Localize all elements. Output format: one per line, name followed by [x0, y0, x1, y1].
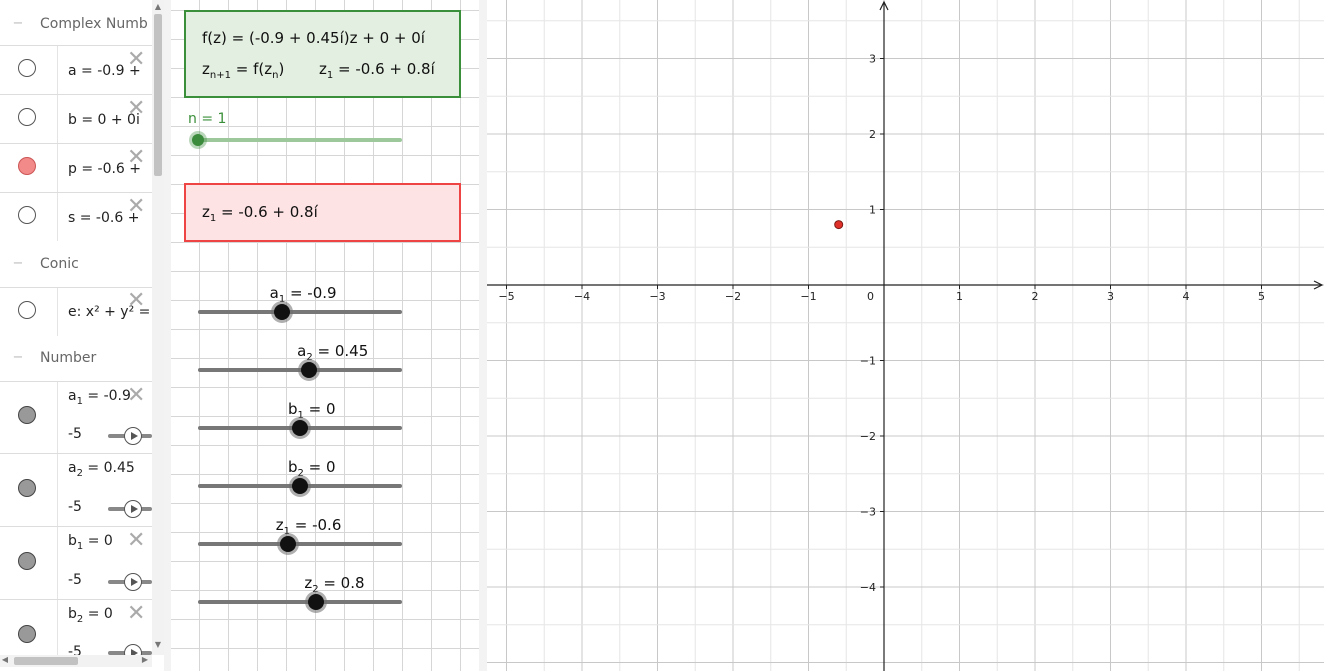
- slider-label: b1 = 0: [288, 400, 336, 421]
- algebra-item-b[interactable]: b = 0 + 0i ✕: [0, 94, 152, 143]
- horizontal-scrollbar-thumb[interactable]: [14, 657, 78, 665]
- slider-track[interactable]: [198, 310, 402, 314]
- visibility-toggle[interactable]: [18, 479, 36, 497]
- slider-min: -5: [68, 572, 82, 588]
- algebra-item-s[interactable]: s = -0.6 + ✕: [0, 192, 152, 241]
- close-icon[interactable]: ✕: [127, 603, 145, 625]
- algebra-slider-a2[interactable]: a2 = 0.45 -5: [0, 453, 152, 526]
- n-slider-track[interactable]: [198, 138, 402, 142]
- group-label: Complex Numb: [40, 16, 148, 32]
- x-tick-label: 0: [867, 290, 874, 303]
- vertical-scrollbar-thumb[interactable]: [154, 14, 162, 176]
- group-conic[interactable]: − Conic: [0, 242, 152, 286]
- visibility-toggle[interactable]: [18, 59, 36, 77]
- slider-knob[interactable]: [273, 304, 290, 320]
- visibility-toggle[interactable]: [18, 552, 36, 570]
- collapse-icon[interactable]: −: [11, 17, 25, 31]
- slider-min: -5: [68, 499, 82, 515]
- y-tick-label: −2: [860, 430, 876, 443]
- play-icon[interactable]: [124, 427, 142, 445]
- algebra-view: − Complex Numb a = -0.9 + ✕ b = 0 + 0i ✕…: [0, 0, 164, 671]
- algebra-slider-b2[interactable]: b2 = 0 ✕ -5: [0, 599, 152, 656]
- group-complex-numbers[interactable]: − Complex Numb: [0, 2, 152, 46]
- x-tick-label: 5: [1258, 290, 1265, 303]
- panel-divider[interactable]: [164, 0, 171, 671]
- collapse-icon[interactable]: −: [11, 257, 25, 271]
- slider-knob[interactable]: [301, 362, 318, 378]
- algebra-slider-b1[interactable]: b1 = 0 ✕ -5: [0, 526, 152, 599]
- scroll-down-icon[interactable]: ▼: [152, 640, 164, 649]
- graphics-view-2[interactable]: f(z) = (-0.9 + 0.45í)z + 0 + 0í zn+1 = f…: [171, 0, 479, 671]
- current-value: z1 = -0.6 + 0.8í: [202, 203, 318, 224]
- x-tick-label: −5: [498, 290, 514, 303]
- x-tick-label: 1: [956, 290, 963, 303]
- x-tick-label: −3: [649, 290, 665, 303]
- coordinate-plane[interactable]: −5 −4 −3 −2 −1 0 1 2 3 4 5 3 2 1 −1 −2 −3 −4: [487, 0, 1324, 671]
- visibility-toggle[interactable]: [18, 406, 36, 424]
- y-tick-label: −1: [860, 355, 876, 368]
- close-icon[interactable]: ✕: [127, 290, 145, 312]
- slider-label: a1 = -0.9: [269, 284, 337, 305]
- function-definition: f(z) = (-0.9 + 0.45í)z + 0 + 0í: [202, 29, 425, 47]
- visibility-toggle[interactable]: [18, 206, 36, 224]
- visibility-toggle[interactable]: [18, 625, 36, 643]
- algebra-item-e[interactable]: e: x² + y² = ✕: [0, 287, 152, 336]
- graphics-view[interactable]: −5 −4 −3 −2 −1 0 1 2 3 4 5 3 2 1 −1 −2 −3 −4: [487, 0, 1324, 671]
- visibility-toggle[interactable]: [18, 301, 36, 319]
- x-tick-label: 2: [1032, 290, 1039, 303]
- scroll-right-icon[interactable]: ▶: [140, 655, 150, 664]
- panel-divider[interactable]: [479, 0, 487, 671]
- function-textbox[interactable]: f(z) = (-0.9 + 0.45í)z + 0 + 0í zn+1 = f…: [184, 10, 461, 98]
- algebra-slider-a1[interactable]: a1 = -0.9 ✕ -5: [0, 381, 152, 453]
- play-icon[interactable]: [124, 500, 142, 518]
- group-label: Conic: [40, 256, 79, 272]
- slider-label: z1 = -0.6: [275, 516, 342, 537]
- slider-knob[interactable]: [292, 420, 308, 436]
- x-tick-label: −1: [800, 290, 816, 303]
- close-icon[interactable]: ✕: [127, 530, 145, 552]
- y-tick-label: 2: [869, 128, 876, 141]
- close-icon[interactable]: ✕: [127, 49, 145, 71]
- n-slider-label: n = 1: [188, 111, 227, 127]
- group-label: Number: [40, 350, 97, 366]
- algebra-item-a[interactable]: a = -0.9 + ✕: [0, 45, 152, 94]
- slider-knob[interactable]: [279, 536, 296, 552]
- slider-label: b2 = 0: [288, 458, 336, 479]
- collapse-icon[interactable]: −: [11, 351, 25, 365]
- y-tick-label: 3: [869, 53, 876, 66]
- visibility-toggle[interactable]: [18, 108, 36, 126]
- slider-track[interactable]: [198, 542, 402, 546]
- close-icon[interactable]: ✕: [127, 196, 145, 218]
- close-icon[interactable]: ✕: [127, 147, 145, 169]
- visibility-toggle[interactable]: [18, 157, 36, 175]
- y-tick-label: −3: [860, 506, 876, 519]
- close-icon[interactable]: ✕: [127, 385, 145, 407]
- y-tick-label: −4: [860, 581, 876, 594]
- slider-knob[interactable]: [292, 478, 308, 494]
- slider-min: -5: [68, 426, 82, 442]
- play-icon[interactable]: [124, 573, 142, 591]
- scroll-up-icon[interactable]: ▲: [152, 2, 164, 11]
- slider-label: z2 = 0.8: [304, 574, 365, 595]
- close-icon[interactable]: ✕: [127, 98, 145, 120]
- x-tick-label: 3: [1107, 290, 1114, 303]
- x-tick-label: −4: [574, 290, 590, 303]
- algebra-item-p[interactable]: p = -0.6 + ✕: [0, 143, 152, 192]
- x-tick-label: −2: [725, 290, 741, 303]
- group-number[interactable]: − Number: [0, 336, 152, 380]
- slider-label: a2 = 0.45: [297, 342, 369, 363]
- initial-value: z1 = -0.6 + 0.8í: [319, 60, 435, 81]
- slider-track[interactable]: [198, 600, 402, 604]
- result-textbox[interactable]: z1 = -0.6 + 0.8í: [184, 183, 461, 242]
- n-slider-knob[interactable]: [192, 134, 204, 146]
- x-tick-label: 4: [1183, 290, 1190, 303]
- scroll-left-icon[interactable]: ◀: [0, 655, 10, 664]
- point-z[interactable]: [834, 220, 844, 230]
- y-tick-label: 1: [869, 204, 876, 217]
- slider-track[interactable]: [198, 368, 402, 372]
- slider-knob[interactable]: [308, 594, 325, 610]
- recurrence-relation: zn+1 = f(zn): [202, 60, 285, 81]
